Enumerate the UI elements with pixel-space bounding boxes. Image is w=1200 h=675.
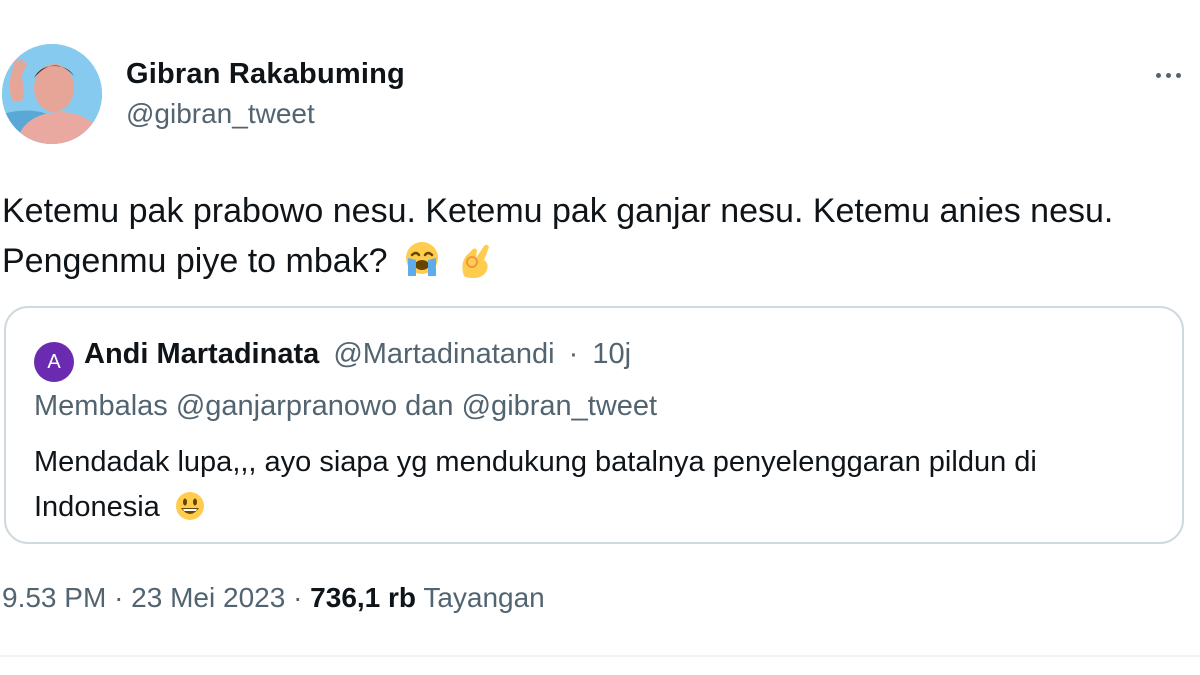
grinning-face-icon [175,492,204,520]
more-dot-icon [1155,72,1161,78]
quote-text-line-2-row: Indonesia [34,485,1164,530]
loudly-crying-face-icon [406,242,439,276]
meta-separator: · [114,582,124,613]
views-label: Tayangan [423,582,545,613]
quote-text-line-2: Indonesia [34,491,160,523]
author-handle[interactable]: @gibran_tweet [126,98,315,130]
quoted-tweet-card[interactable]: A Andi Martadinata @Martadinatandi · 10j… [4,306,1184,544]
tweet-date[interactable]: 23 Mei 2023 [131,582,285,613]
quote-text-line-1: Mendadak lupa,,, ayo siapa yg mendukung … [34,446,1037,478]
avatar-image [2,44,102,144]
quote-text: Mendadak lupa,,, ayo siapa yg mendukung … [34,440,1164,530]
quote-author-handle[interactable]: @Martadinatandi [333,338,554,370]
tweet-text-line-2: Pengenmu piye to mbak? [2,242,388,280]
quote-author-avatar[interactable]: A [34,342,74,382]
more-options-button[interactable] [1148,60,1188,90]
meta-separator: · [293,582,303,613]
author-avatar[interactable] [2,44,102,144]
divider [0,655,1200,657]
quote-timestamp[interactable]: 10j [592,338,631,370]
tweet-text-line-2-row: Pengenmu piye to mbak? [2,236,1198,286]
tweet-text: Ketemu pak prabowo nesu. Ketemu pak ganj… [2,186,1198,286]
quote-separator: · [568,338,579,370]
more-dot-icon [1165,72,1171,78]
tweet-time[interactable]: 9.53 PM [2,582,106,613]
author-name[interactable]: Gibran Rakabuming [126,58,405,91]
ok-hand-icon [462,244,490,278]
tweet-text-line-1: Ketemu pak prabowo nesu. Ketemu pak ganj… [2,192,1114,230]
quote-author-name[interactable]: Andi Martadinata [84,338,319,370]
tweet-meta: 9.53 PM · 23 Mei 2023 · 736,1 rb Tayanga… [2,582,545,614]
quote-reply-context: Membalas @ganjarpranowo dan @gibran_twee… [34,390,658,422]
quote-header: Andi Martadinata @Martadinatandi · 10j [84,338,631,371]
more-dot-icon [1175,72,1181,78]
views-count[interactable]: 736,1 rb [310,582,416,613]
